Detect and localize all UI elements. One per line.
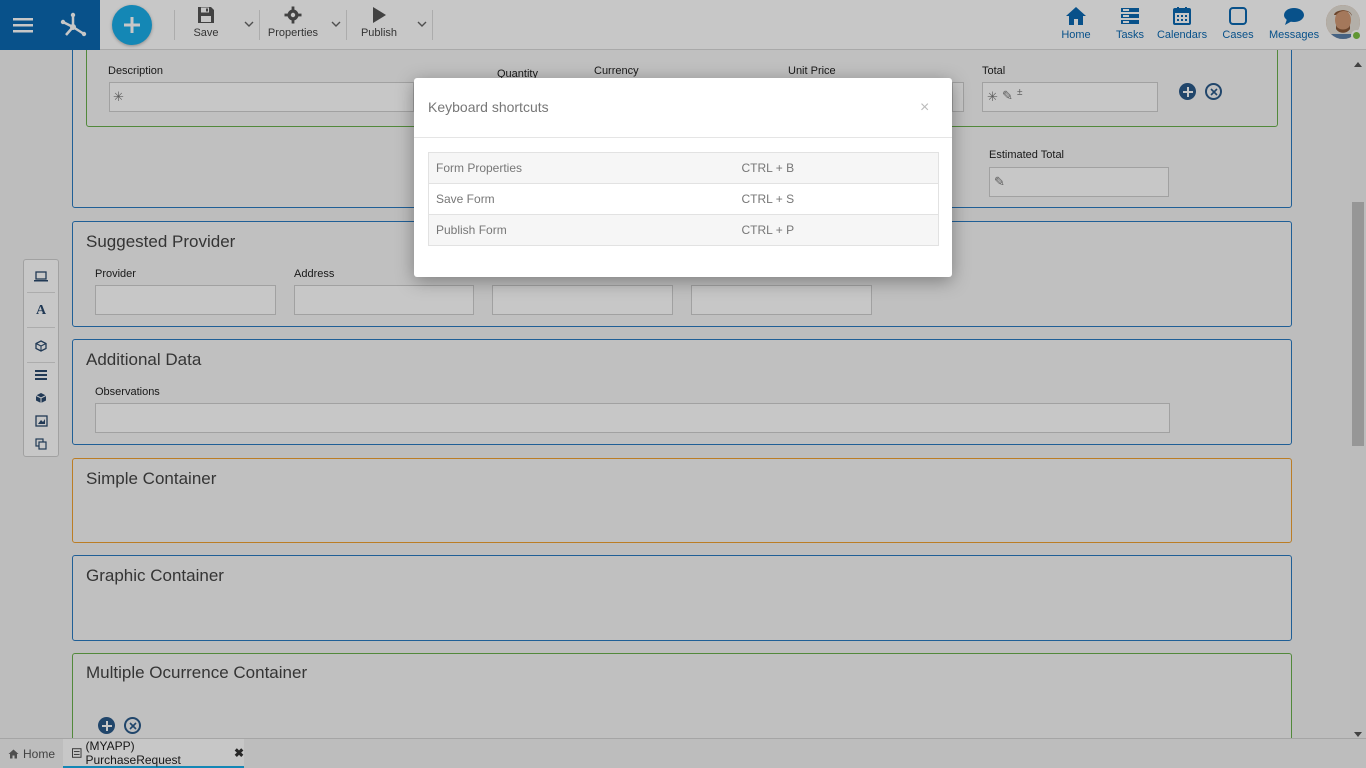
shortcut-key: CTRL + B [734, 152, 939, 184]
dialog-title: Keyboard shortcuts [428, 99, 549, 115]
shortcut-name: Save Form [428, 183, 735, 215]
shortcut-name: Form Properties [428, 152, 735, 184]
shortcut-key: CTRL + S [734, 183, 939, 215]
keyboard-shortcuts-dialog: Keyboard shortcuts × Form Properties CTR… [414, 78, 952, 277]
table-row: Form Properties CTRL + B [428, 152, 939, 184]
shortcuts-table: Form Properties CTRL + B Save Form CTRL … [428, 152, 939, 246]
table-row: Publish Form CTRL + P [428, 214, 939, 246]
shortcut-name: Publish Form [428, 214, 735, 246]
table-row: Save Form CTRL + S [428, 183, 939, 215]
close-icon[interactable]: × [920, 99, 929, 117]
dialog-divider [414, 137, 952, 138]
shortcut-key: CTRL + P [734, 214, 939, 246]
